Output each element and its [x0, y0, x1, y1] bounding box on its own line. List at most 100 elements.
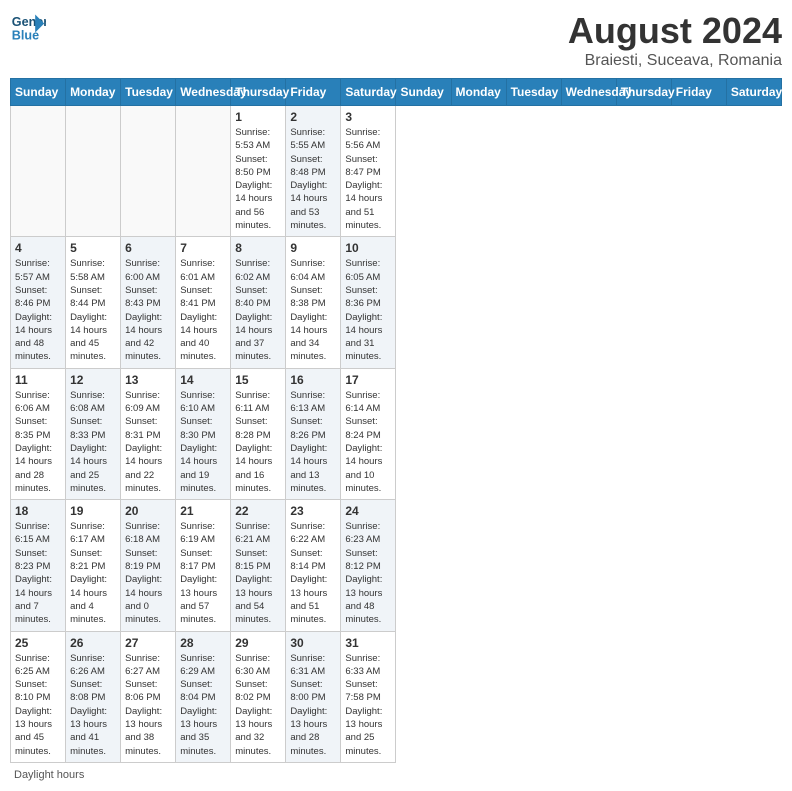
calendar-cell: 14 Sunrise: 6:10 AM Sunset: 8:30 PM Dayli…	[176, 368, 231, 499]
week-row-2: 4 Sunrise: 5:57 AM Sunset: 8:46 PM Daylig…	[11, 237, 782, 368]
calendar-cell: 30Sunrise: 6:31 AM Sunset: 8:00 PM Dayli…	[286, 631, 341, 762]
calendar-cell: 28 Sunrise: 6:29 AM Sunset: 8:04 PM Dayli…	[176, 631, 231, 762]
calendar-header-row: SundayMondayTuesdayWednesdayThursdayFrid…	[11, 79, 782, 106]
col-header-friday: Friday	[671, 79, 726, 106]
day-number: 21	[180, 504, 226, 518]
calendar-cell: 21 Sunrise: 6:19 AM Sunset: 8:17 PM Dayli…	[176, 500, 231, 631]
day-number: 18	[15, 504, 61, 518]
day-number: 11	[15, 373, 61, 387]
logo: General Blue	[10, 10, 46, 46]
day-info: Sunrise: 6:19 AM Sunset: 8:17 PM Dayligh…	[180, 520, 226, 626]
logo-icon: General Blue	[10, 10, 46, 46]
calendar-cell: 26Sunrise: 6:26 AM Sunset: 8:08 PM Dayli…	[66, 631, 121, 762]
week-row-3: 11Sunrise: 6:06 AM Sunset: 8:35 PM Dayli…	[11, 368, 782, 499]
header-monday: Monday	[66, 79, 121, 106]
day-info: Sunrise: 6:29 AM Sunset: 8:04 PM Dayligh…	[180, 652, 226, 758]
day-number: 22	[235, 504, 281, 518]
header-tuesday: Tuesday	[121, 79, 176, 106]
day-number: 24	[345, 504, 391, 518]
header: General Blue August 2024 Braiesti, Sucea…	[10, 10, 782, 70]
page-title: August 2024	[568, 10, 782, 52]
col-header-saturday: Saturday	[726, 79, 781, 106]
page-subtitle: Braiesti, Suceava, Romania	[568, 52, 782, 70]
day-number: 20	[125, 504, 171, 518]
calendar-cell: 17Sunrise: 6:14 AM Sunset: 8:24 PM Dayli…	[341, 368, 396, 499]
calendar-cell: 18 Sunrise: 6:15 AM Sunset: 8:23 PM Dayli…	[11, 500, 66, 631]
header-wednesday: Wednesday	[176, 79, 231, 106]
day-info: Sunrise: 6:26 AM Sunset: 8:08 PM Dayligh…	[70, 652, 116, 758]
day-info: Sunrise: 5:55 AM Sunset: 8:48 PM Dayligh…	[290, 126, 336, 232]
day-info: Sunrise: 6:25 AM Sunset: 8:10 PM Dayligh…	[15, 652, 61, 758]
calendar-cell: 5Sunrise: 5:58 AM Sunset: 8:44 PM Daylig…	[66, 237, 121, 368]
day-info: Sunrise: 5:58 AM Sunset: 8:44 PM Dayligh…	[70, 257, 116, 363]
calendar-cell: 7 Sunrise: 6:01 AM Sunset: 8:41 PM Daylig…	[176, 237, 231, 368]
day-info: Sunrise: 6:33 AM Sunset: 7:58 PM Dayligh…	[345, 652, 391, 758]
calendar-cell: 31Sunrise: 6:33 AM Sunset: 7:58 PM Dayli…	[341, 631, 396, 762]
col-header-sunday: Sunday	[396, 79, 451, 106]
calendar-cell: 3 Sunrise: 5:56 AM Sunset: 8:47 PM Daylig…	[341, 106, 396, 237]
day-number: 17	[345, 373, 391, 387]
col-header-wednesday: Wednesday	[561, 79, 616, 106]
calendar-cell	[176, 106, 231, 237]
day-info: Sunrise: 6:21 AM Sunset: 8:15 PM Dayligh…	[235, 520, 281, 626]
day-info: Sunrise: 6:11 AM Sunset: 8:28 PM Dayligh…	[235, 389, 281, 495]
calendar-cell: 9 Sunrise: 6:04 AM Sunset: 8:38 PM Daylig…	[286, 237, 341, 368]
day-info: Sunrise: 6:18 AM Sunset: 8:19 PM Dayligh…	[125, 520, 171, 626]
week-row-5: 25 Sunrise: 6:25 AM Sunset: 8:10 PM Dayli…	[11, 631, 782, 762]
day-info: Sunrise: 6:15 AM Sunset: 8:23 PM Dayligh…	[15, 520, 61, 626]
day-number: 2	[290, 110, 336, 124]
day-info: Sunrise: 6:04 AM Sunset: 8:38 PM Dayligh…	[290, 257, 336, 363]
calendar-cell: 8Sunrise: 6:02 AM Sunset: 8:40 PM Daylig…	[231, 237, 286, 368]
calendar-cell: 25 Sunrise: 6:25 AM Sunset: 8:10 PM Dayli…	[11, 631, 66, 762]
footer-note: Daylight hours	[10, 769, 782, 781]
day-info: Sunrise: 6:09 AM Sunset: 8:31 PM Dayligh…	[125, 389, 171, 495]
day-number: 9	[290, 241, 336, 255]
day-number: 1	[235, 110, 281, 124]
calendar-table: SundayMondayTuesdayWednesdayThursdayFrid…	[10, 78, 782, 763]
calendar-cell: 10Sunrise: 6:05 AM Sunset: 8:36 PM Dayli…	[341, 237, 396, 368]
header-saturday: Saturday	[341, 79, 396, 106]
header-thursday: Thursday	[231, 79, 286, 106]
calendar-cell: 19Sunrise: 6:17 AM Sunset: 8:21 PM Dayli…	[66, 500, 121, 631]
day-number: 16	[290, 373, 336, 387]
day-info: Sunrise: 5:57 AM Sunset: 8:46 PM Dayligh…	[15, 257, 61, 363]
day-number: 13	[125, 373, 171, 387]
col-header-tuesday: Tuesday	[506, 79, 561, 106]
calendar-cell: 27 Sunrise: 6:27 AM Sunset: 8:06 PM Dayli…	[121, 631, 176, 762]
calendar-cell	[66, 106, 121, 237]
week-row-4: 18 Sunrise: 6:15 AM Sunset: 8:23 PM Dayli…	[11, 500, 782, 631]
day-number: 7	[180, 241, 226, 255]
calendar-cell: 15 Sunrise: 6:11 AM Sunset: 8:28 PM Dayli…	[231, 368, 286, 499]
calendar-cell: 20 Sunrise: 6:18 AM Sunset: 8:19 PM Dayli…	[121, 500, 176, 631]
calendar-cell: 29 Sunrise: 6:30 AM Sunset: 8:02 PM Dayli…	[231, 631, 286, 762]
calendar-cell: 23Sunrise: 6:22 AM Sunset: 8:14 PM Dayli…	[286, 500, 341, 631]
day-info: Sunrise: 6:27 AM Sunset: 8:06 PM Dayligh…	[125, 652, 171, 758]
day-info: Sunrise: 6:01 AM Sunset: 8:41 PM Dayligh…	[180, 257, 226, 363]
col-header-monday: Monday	[451, 79, 506, 106]
day-info: Sunrise: 6:30 AM Sunset: 8:02 PM Dayligh…	[235, 652, 281, 758]
day-number: 28	[180, 636, 226, 650]
day-number: 14	[180, 373, 226, 387]
day-number: 3	[345, 110, 391, 124]
day-info: Sunrise: 6:08 AM Sunset: 8:33 PM Dayligh…	[70, 389, 116, 495]
day-number: 4	[15, 241, 61, 255]
day-info: Sunrise: 6:23 AM Sunset: 8:12 PM Dayligh…	[345, 520, 391, 626]
title-area: August 2024 Braiesti, Suceava, Romania	[568, 10, 782, 70]
day-number: 25	[15, 636, 61, 650]
calendar-cell: 2 Sunrise: 5:55 AM Sunset: 8:48 PM Daylig…	[286, 106, 341, 237]
calendar-cell: 13 Sunrise: 6:09 AM Sunset: 8:31 PM Dayli…	[121, 368, 176, 499]
calendar-cell	[11, 106, 66, 237]
calendar-cell: 11Sunrise: 6:06 AM Sunset: 8:35 PM Dayli…	[11, 368, 66, 499]
day-number: 29	[235, 636, 281, 650]
day-number: 27	[125, 636, 171, 650]
day-number: 12	[70, 373, 116, 387]
day-info: Sunrise: 5:56 AM Sunset: 8:47 PM Dayligh…	[345, 126, 391, 232]
day-number: 15	[235, 373, 281, 387]
calendar-cell: 4 Sunrise: 5:57 AM Sunset: 8:46 PM Daylig…	[11, 237, 66, 368]
day-info: Sunrise: 6:17 AM Sunset: 8:21 PM Dayligh…	[70, 520, 116, 626]
calendar-cell: 24 Sunrise: 6:23 AM Sunset: 8:12 PM Dayli…	[341, 500, 396, 631]
day-number: 10	[345, 241, 391, 255]
day-info: Sunrise: 6:10 AM Sunset: 8:30 PM Dayligh…	[180, 389, 226, 495]
week-row-1: 1Sunrise: 5:53 AM Sunset: 8:50 PM Daylig…	[11, 106, 782, 237]
day-info: Sunrise: 6:13 AM Sunset: 8:26 PM Dayligh…	[290, 389, 336, 495]
